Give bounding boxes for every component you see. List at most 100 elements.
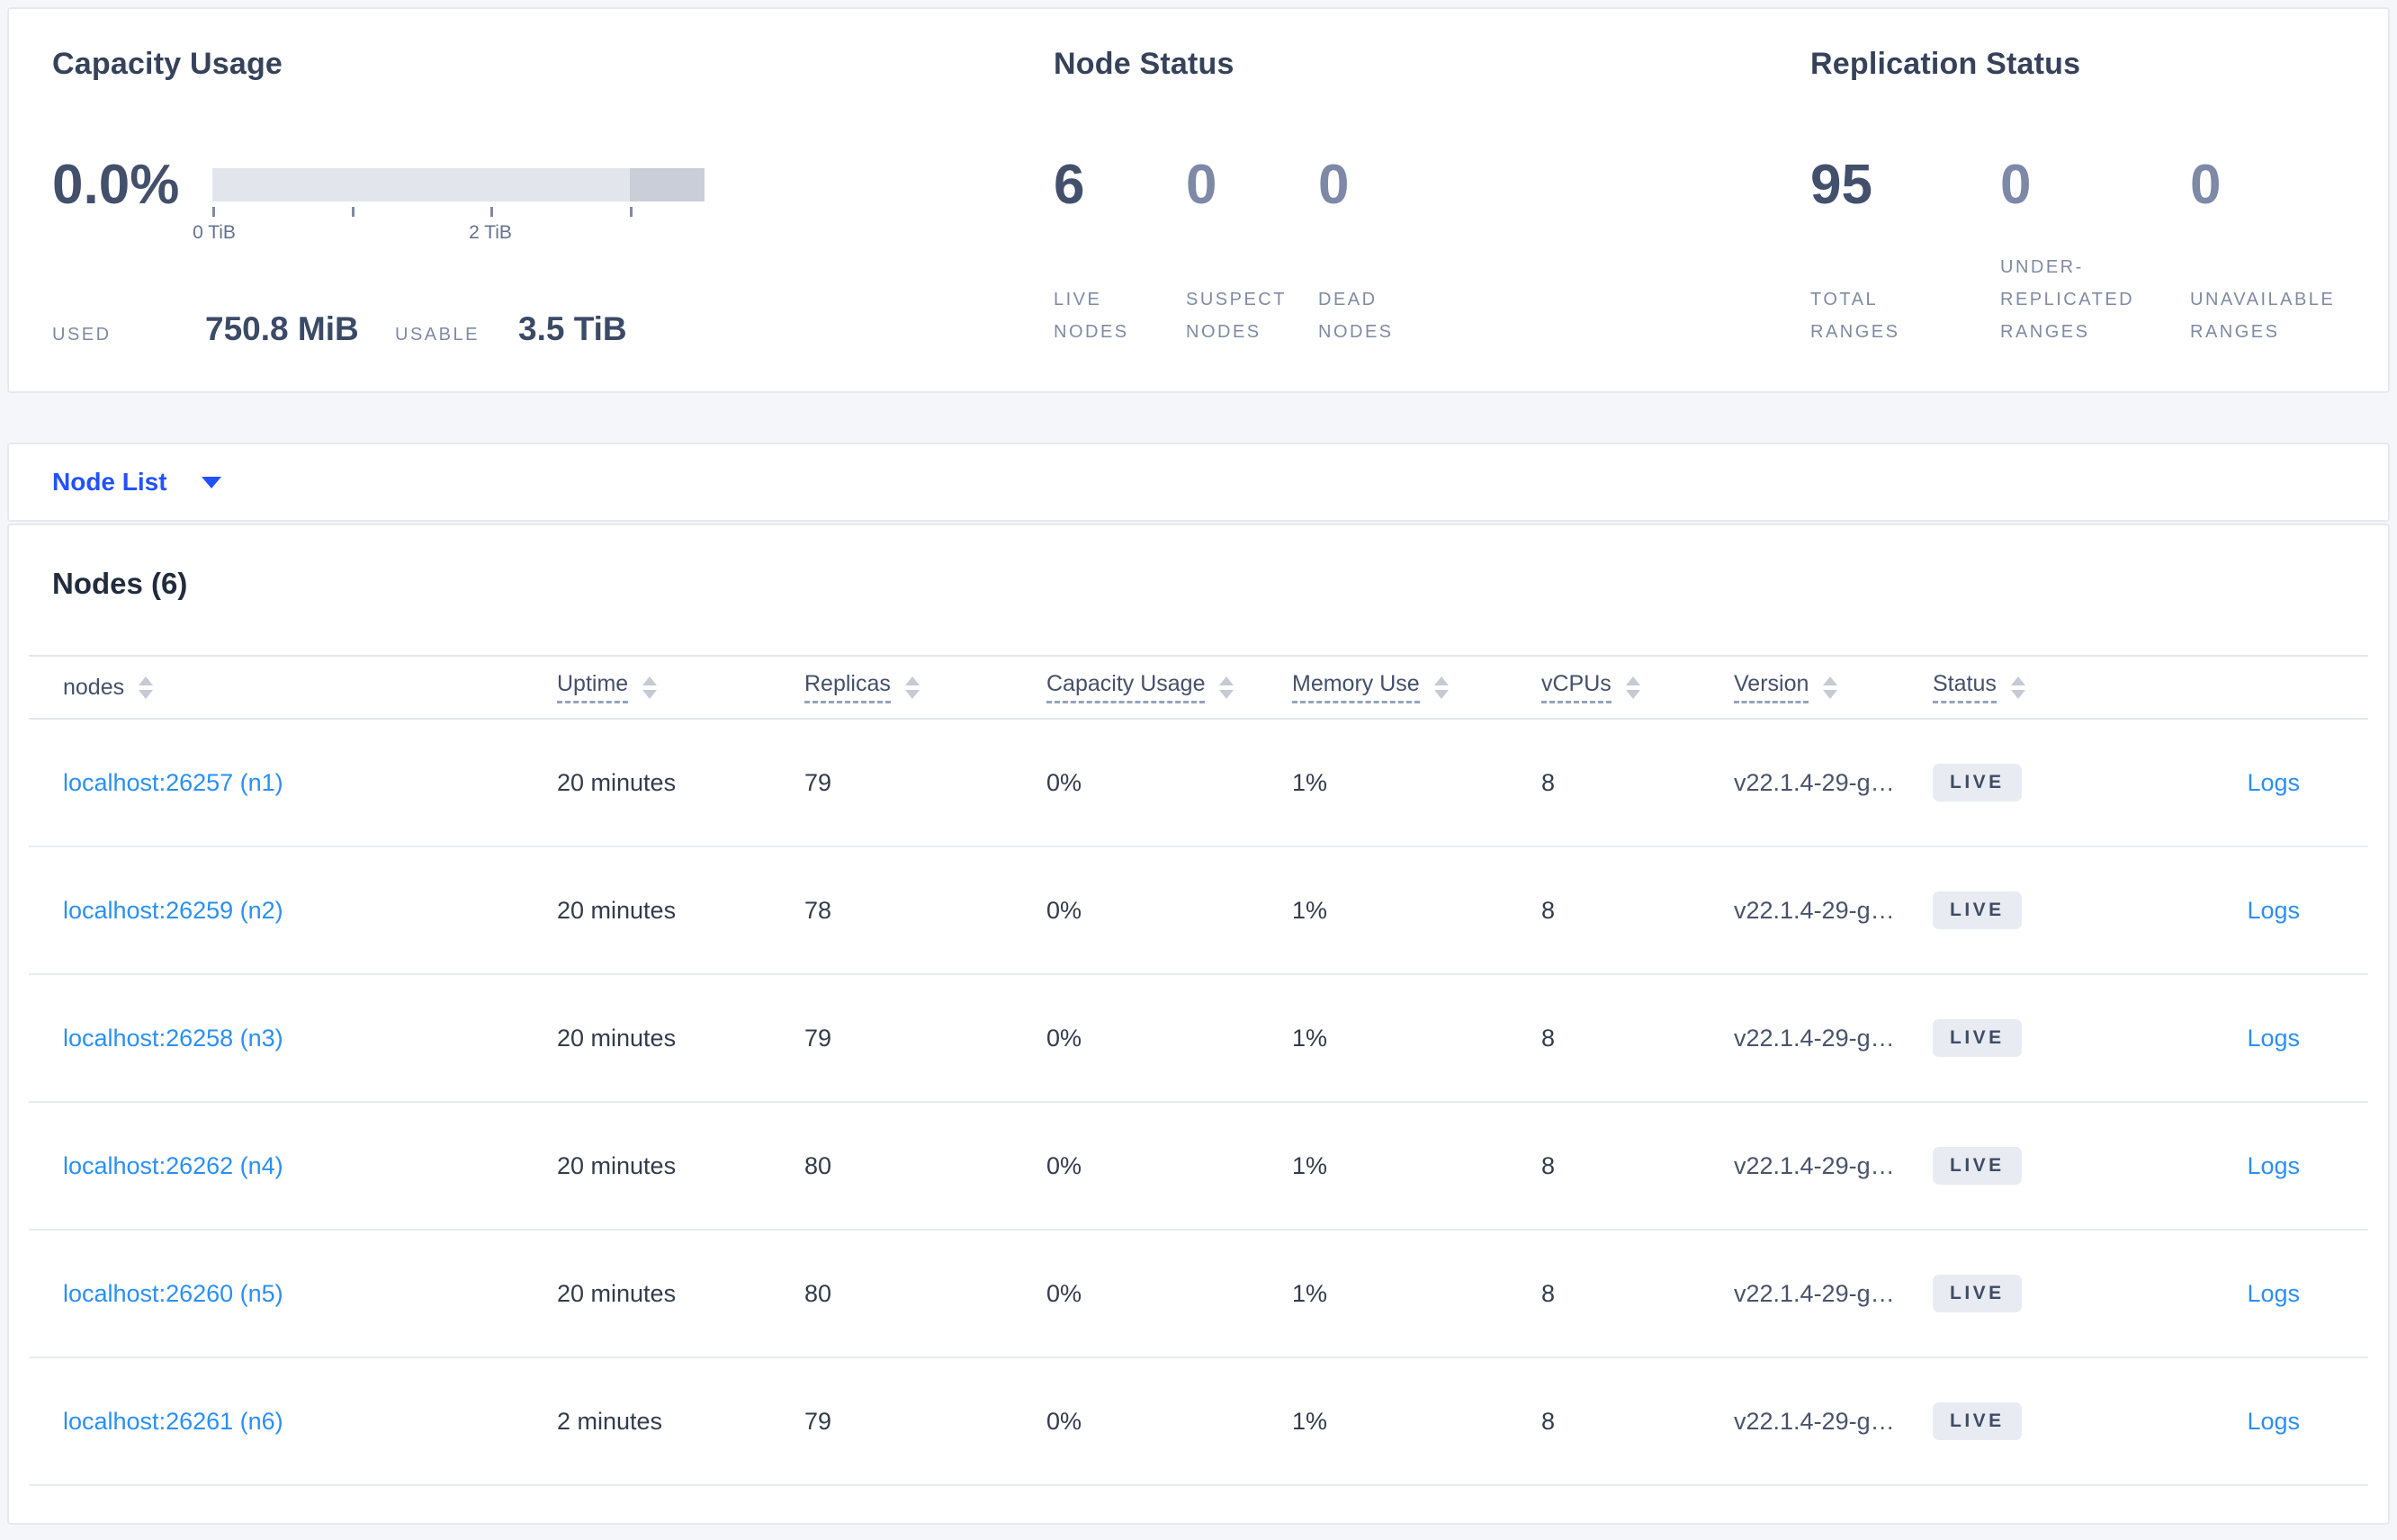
- replicas-cell: 79: [804, 1407, 832, 1435]
- logs-link[interactable]: Logs: [2247, 1280, 2300, 1307]
- capacity-bar-end-segment: [630, 168, 705, 201]
- replicas-cell: 80: [804, 1279, 832, 1307]
- axis-tick: [352, 207, 355, 217]
- node-list-dropdown[interactable]: Node List: [7, 443, 2390, 522]
- column-header-status[interactable]: Status: [1933, 671, 2212, 703]
- status-badge: LIVE: [1933, 1147, 2022, 1185]
- column-header-nodes[interactable]: nodes: [29, 675, 557, 701]
- axis-tick-label: 0 TiB: [193, 222, 236, 243]
- dead-nodes-stat: 0 DEAD NODES: [1318, 153, 1450, 348]
- suspect-nodes-stat: 0 SUSPECT NODES: [1186, 153, 1318, 348]
- status-badge: LIVE: [1933, 764, 2022, 801]
- capacity-bar-track: [212, 168, 705, 201]
- sort-icon: [1219, 676, 1234, 699]
- status-cell: LIVE: [1933, 1147, 2212, 1185]
- table-row: localhost:26261 (n6) 2 minutes 79 0% 1% …: [29, 1358, 2368, 1486]
- live-nodes-stat: 6 LIVE NODES: [1054, 153, 1186, 348]
- replicas-cell: 78: [804, 896, 832, 924]
- vcpus-cell: 8: [1541, 1279, 1556, 1307]
- sort-icon: [642, 676, 658, 699]
- replication-status-title: Replication Status: [1810, 47, 2081, 81]
- nodes-table-title: Nodes (6): [52, 567, 188, 600]
- usable-label: USABLE: [395, 325, 480, 345]
- capacity-cell: 0%: [1046, 768, 1082, 796]
- table-row: localhost:26257 (n1) 20 minutes 79 0% 1%…: [29, 720, 2368, 847]
- column-header-vcpus[interactable]: vCPUs: [1541, 671, 1734, 703]
- sort-icon: [139, 676, 154, 699]
- dead-nodes-label: DEAD NODES: [1318, 290, 1394, 342]
- version-cell: v22.1.4-29-g…: [1734, 1279, 1895, 1307]
- total-ranges-stat: 95 TOTAL RANGES: [1810, 153, 2000, 348]
- status-cell: LIVE: [1933, 891, 2212, 929]
- node-link[interactable]: localhost:26262 (n4): [63, 1152, 283, 1179]
- status-cell: LIVE: [1933, 1275, 2212, 1312]
- column-header-capacity-usage[interactable]: Capacity Usage: [1046, 671, 1292, 703]
- node-status-title: Node Status: [1054, 47, 1234, 81]
- suspect-nodes-value: 0: [1186, 154, 1217, 216]
- dead-nodes-value: 0: [1318, 154, 1350, 216]
- under-replicated-ranges-value: 0: [2000, 154, 2032, 216]
- column-header-memory-use[interactable]: Memory Use: [1292, 671, 1541, 703]
- nodes-table: nodes Uptime Replicas Capacity Usage Mem…: [29, 655, 2368, 1486]
- uptime-cell: 20 minutes: [557, 1024, 677, 1052]
- memory-cell: 1%: [1292, 1024, 1328, 1052]
- logs-link[interactable]: Logs: [2247, 1025, 2300, 1052]
- replicas-cell: 80: [804, 1151, 832, 1179]
- under-replicated-ranges-label: UNDER-REPLICATED RANGES: [2000, 257, 2135, 342]
- replicas-cell: 79: [804, 768, 832, 796]
- version-cell: v22.1.4-29-g…: [1734, 1407, 1895, 1435]
- memory-cell: 1%: [1292, 1407, 1328, 1435]
- capacity-cell: 0%: [1046, 896, 1082, 924]
- vcpus-cell: 8: [1541, 896, 1556, 924]
- capacity-cell: 0%: [1046, 1024, 1082, 1052]
- version-cell: v22.1.4-29-g…: [1734, 768, 1895, 796]
- live-nodes-label: LIVE NODES: [1054, 290, 1129, 342]
- node-link[interactable]: localhost:26257 (n1): [63, 769, 283, 796]
- memory-cell: 1%: [1292, 896, 1328, 924]
- unavailable-ranges-stat: 0 UNAVAILABLE RANGES: [2190, 153, 2380, 348]
- unavailable-ranges-label: UNAVAILABLE RANGES: [2190, 290, 2336, 342]
- node-link[interactable]: localhost:26261 (n6): [63, 1408, 283, 1435]
- node-status-section: 6 LIVE NODES 0 SUSPECT NODES 0 DEAD NODE…: [1054, 153, 1450, 348]
- logs-link[interactable]: Logs: [2247, 769, 2300, 796]
- replicas-cell: 79: [804, 1024, 832, 1052]
- column-header-version[interactable]: Version: [1734, 671, 1933, 703]
- vcpus-cell: 8: [1541, 1024, 1556, 1052]
- status-badge: LIVE: [1933, 1275, 2022, 1312]
- axis-tick-label: 2 TiB: [469, 222, 512, 243]
- memory-cell: 1%: [1292, 1279, 1328, 1307]
- version-cell: v22.1.4-29-g…: [1734, 1151, 1895, 1179]
- sort-icon: [904, 676, 920, 699]
- table-row: localhost:26262 (n4) 20 minutes 80 0% 1%…: [29, 1103, 2368, 1231]
- uptime-cell: 20 minutes: [557, 896, 677, 924]
- capacity-usage-section: 0.0% 0 TiB 2 TiB USED 750.8 MiB USABLE 3…: [52, 153, 736, 348]
- logs-link[interactable]: Logs: [2247, 1152, 2300, 1179]
- column-header-uptime[interactable]: Uptime: [557, 671, 804, 703]
- version-cell: v22.1.4-29-g…: [1734, 896, 1895, 924]
- used-value: 750.8 MiB: [205, 310, 359, 347]
- node-link[interactable]: localhost:26258 (n3): [63, 1025, 283, 1052]
- node-list-dropdown-label[interactable]: Node List: [52, 468, 167, 497]
- replication-status-section: 95 TOTAL RANGES 0 UNDER-REPLICATED RANGE…: [1810, 153, 2380, 348]
- node-link[interactable]: localhost:26259 (n2): [63, 897, 283, 924]
- status-badge: LIVE: [1933, 1402, 2022, 1440]
- logs-link[interactable]: Logs: [2247, 1408, 2300, 1435]
- vcpus-cell: 8: [1541, 768, 1556, 796]
- capacity-bar: 0 TiB 2 TiB: [193, 168, 705, 243]
- capacity-percent-value: 0.0%: [52, 154, 180, 216]
- logs-link[interactable]: Logs: [2247, 897, 2300, 924]
- status-cell: LIVE: [1933, 1402, 2212, 1440]
- uptime-cell: 2 minutes: [557, 1407, 663, 1435]
- column-header-replicas[interactable]: Replicas: [804, 671, 1046, 703]
- nodes-table-panel: Nodes (6) nodes Uptime Replicas Capacity…: [7, 524, 2390, 1525]
- vcpus-cell: 8: [1541, 1151, 1556, 1179]
- status-cell: LIVE: [1933, 764, 2212, 801]
- capacity-cell: 0%: [1046, 1407, 1082, 1435]
- sort-icon: [1625, 676, 1640, 699]
- axis-tick: [490, 207, 493, 217]
- uptime-cell: 20 minutes: [557, 768, 677, 796]
- sort-icon: [2010, 676, 2025, 699]
- table-row: localhost:26259 (n2) 20 minutes 78 0% 1%…: [29, 847, 2368, 975]
- node-link[interactable]: localhost:26260 (n5): [63, 1280, 283, 1307]
- status-badge: LIVE: [1933, 891, 2022, 929]
